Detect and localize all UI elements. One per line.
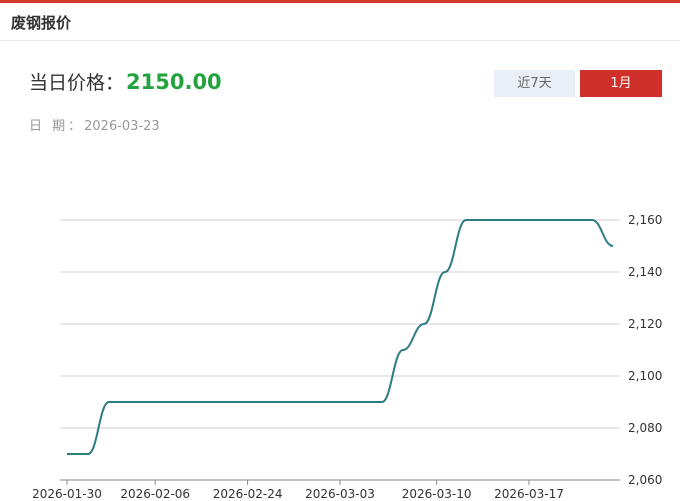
- price-series-line: [66, 219, 614, 455]
- y-tick-label: 2,120: [628, 317, 662, 331]
- x-tick-label: 2026-03-03: [305, 487, 375, 501]
- y-tick-label: 2,100: [628, 369, 662, 383]
- price-line-chart: 2,060 2,080 2,100 2,120 2,140 2,160 2026-01-30…: [32, 213, 662, 501]
- x-tick-label: 2026-02-06: [120, 487, 190, 501]
- y-tick-label: 2,060: [628, 473, 662, 487]
- x-tick-label: 2026-01-30: [32, 487, 102, 501]
- y-tick-label: 2,080: [628, 421, 662, 435]
- y-tick-label: 2,140: [628, 265, 662, 279]
- x-tick-label: 2026-03-10: [402, 487, 472, 501]
- y-tick-label: 2,160: [628, 213, 662, 227]
- x-tick-label: 2026-02-24: [213, 487, 283, 501]
- x-tick-label: 2026-03-17: [494, 487, 564, 501]
